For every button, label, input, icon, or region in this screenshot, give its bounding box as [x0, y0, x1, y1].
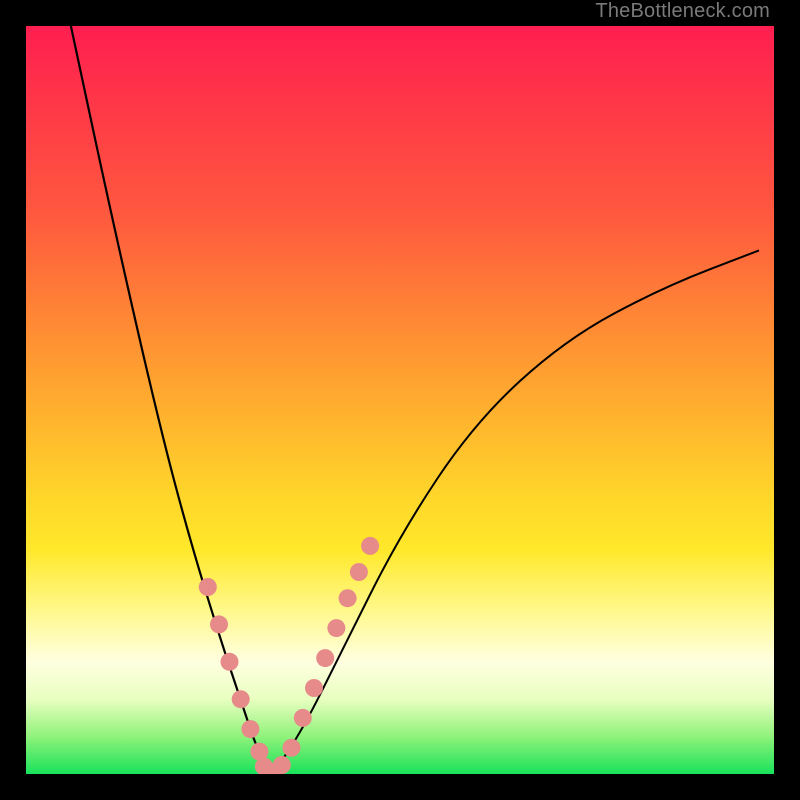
- data-dot: [339, 589, 357, 607]
- data-dot: [210, 615, 228, 633]
- data-dot: [221, 653, 239, 671]
- plot-area: [26, 26, 774, 774]
- data-dot: [232, 690, 250, 708]
- data-dot: [361, 537, 379, 555]
- curve-right-branch: [273, 250, 759, 774]
- data-dot: [350, 563, 368, 581]
- data-dot: [273, 756, 291, 774]
- chart-frame: TheBottleneck.com: [0, 0, 800, 800]
- data-dot: [294, 709, 312, 727]
- data-dot: [199, 578, 217, 596]
- curve-left-branch: [71, 26, 273, 774]
- watermark-text: TheBottleneck.com: [595, 0, 770, 23]
- data-dot: [305, 679, 323, 697]
- data-dot: [327, 619, 345, 637]
- data-dots-group: [199, 537, 379, 774]
- data-dot: [283, 739, 301, 757]
- data-dot: [316, 649, 334, 667]
- curve-group: [71, 26, 759, 774]
- bottleneck-curve-svg: [26, 26, 774, 774]
- data-dot: [241, 720, 259, 738]
